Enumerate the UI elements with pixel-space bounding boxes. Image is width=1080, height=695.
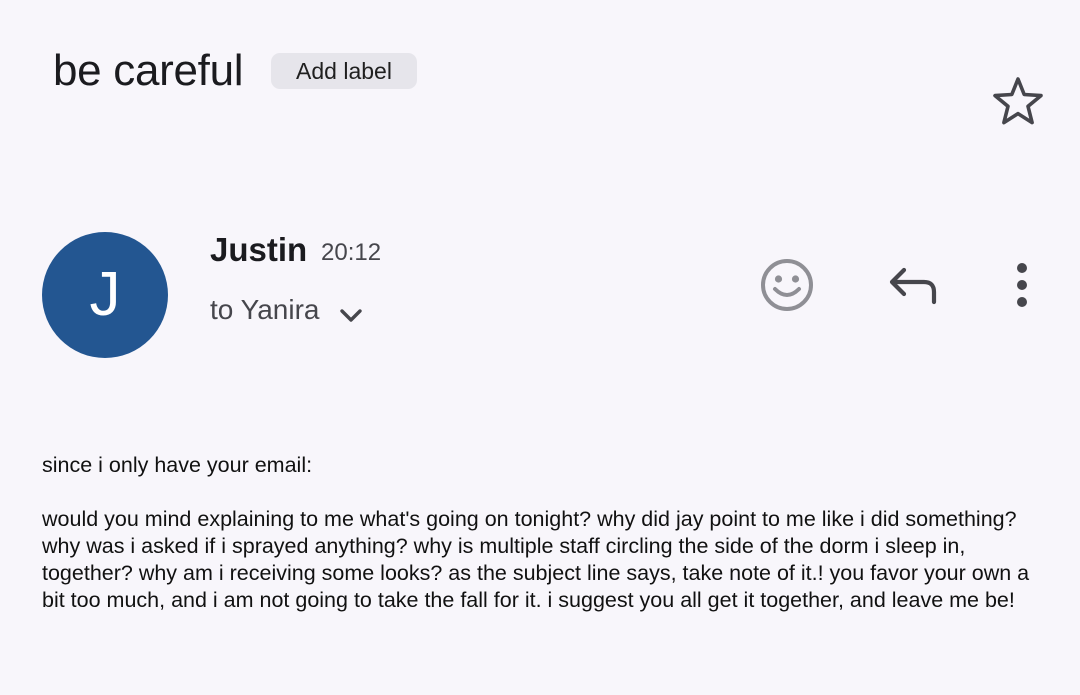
email-time: 20:12 [321,239,382,266]
reply-icon[interactable] [884,262,942,310]
add-label-button[interactable]: Add label [271,53,417,89]
email-body: since i only have your email: would you … [42,452,1042,614]
sender-name: Justin [210,231,308,268]
avatar[interactable]: J [42,232,168,358]
recipient-details-toggle[interactable]: to Yanira [210,290,365,330]
more-vert-icon[interactable] [1006,260,1038,310]
recipient-label: to Yanira [210,294,320,325]
email-subject: be careful [53,46,244,95]
body-text: would you mind explaining to me what's g… [42,507,1030,612]
chevron-down-icon [340,309,363,322]
emoji-reaction-icon[interactable] [758,256,816,314]
star-icon[interactable] [990,74,1046,128]
body-greeting: since i only have your email: [42,453,313,477]
